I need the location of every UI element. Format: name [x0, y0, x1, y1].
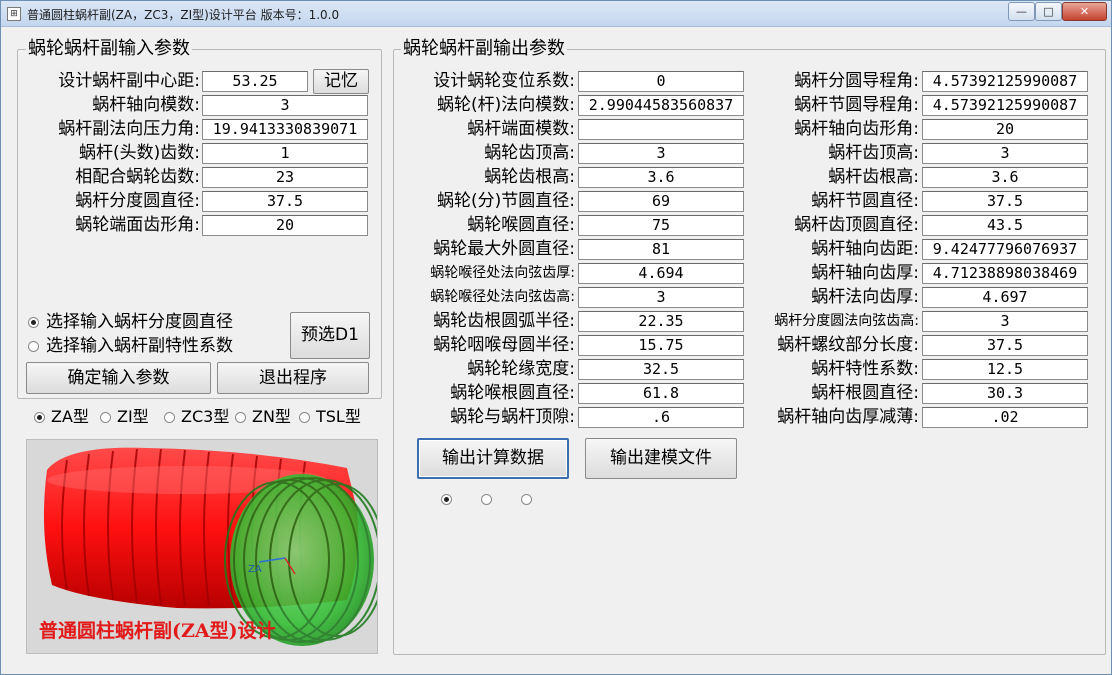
out-right-label-2: 蜗杆轴向齿形角:: [794, 119, 919, 139]
out-right-value-11[interactable]: 37.5: [922, 335, 1088, 356]
out-right-value-1[interactable]: 4.57392125990087: [922, 95, 1088, 116]
radio-input-pitch-diameter[interactable]: [28, 317, 39, 328]
out-right-value-7[interactable]: 9.42477796076937: [922, 239, 1088, 260]
close-button[interactable]: ✕: [1062, 2, 1107, 21]
out-right-label-4: 蜗杆齿根高:: [828, 167, 919, 187]
out-right-label-13: 蜗杆根圆直径:: [811, 383, 919, 403]
out-right-label-12: 蜗杆特性系数:: [811, 359, 919, 379]
out-right-value-13[interactable]: 30.3: [922, 383, 1088, 404]
out-left-label-13: 蜗轮喉根圆直径:: [450, 383, 575, 403]
out-right-label-6: 蜗杆齿顶圆直径:: [794, 215, 919, 235]
input-rows-label-5: 蜗杆分度圆直径:: [75, 191, 200, 211]
window-title: 普通圆柱蜗杆副(ZA，ZC3，ZI型)设计平台 版本号：1.0.0: [27, 8, 340, 22]
out-right-value-4[interactable]: 3.6: [922, 167, 1088, 188]
minimize-button[interactable]: —: [1008, 2, 1035, 21]
input-rows-label-4: 相配合蜗轮齿数:: [75, 167, 200, 187]
input-rows-label-2: 蜗杆副法向压力角:: [58, 119, 200, 139]
radio-type-zc3-label[interactable]: ZC3型: [181, 407, 229, 427]
output-option-radio-1[interactable]: [441, 494, 452, 505]
axis-label: ZA: [248, 564, 262, 575]
out-right-label-10: 蜗杆分度圆法向弦齿高:: [774, 313, 919, 329]
out-left-label-8: 蜗轮喉径处法向弦齿厚:: [430, 265, 575, 281]
out-right-label-7: 蜗杆轴向齿距:: [811, 239, 919, 259]
input-rows-label-0: 设计蜗杆副中心距:: [58, 71, 200, 91]
radio-type-za-label[interactable]: ZA型: [51, 407, 89, 427]
out-right-value-9[interactable]: 4.697: [922, 287, 1088, 308]
out-right-value-3[interactable]: 3: [922, 143, 1088, 164]
radio-input-characteristic-coefficient[interactable]: [28, 341, 39, 352]
input-rows-label-6: 蜗轮端面齿形角:: [75, 215, 200, 235]
out-right-value-8[interactable]: 4.71238898038469: [922, 263, 1088, 284]
out-left-label-3: 蜗轮齿顶高:: [484, 143, 575, 163]
confirm-input-button[interactable]: 确定输入参数: [26, 362, 211, 394]
out-right-label-8: 蜗杆轴向齿厚:: [811, 263, 919, 283]
radio-type-zn[interactable]: [235, 412, 246, 423]
out-right-value-10[interactable]: 3: [922, 311, 1088, 332]
radio-type-zc3[interactable]: [164, 412, 175, 423]
preview-caption: 普通圆柱蜗杆副(ZA型)设计: [39, 620, 276, 642]
title-bar[interactable]: ⊞ 普通圆柱蜗杆副(ZA，ZC3，ZI型)设计平台 版本号：1.0.0 — □ …: [1, 1, 1111, 27]
out-right-value-6[interactable]: 43.5: [922, 215, 1088, 236]
out-left-label-9: 蜗轮喉径处法向弦齿高:: [430, 289, 575, 305]
out-right-label-11: 蜗杆螺纹部分长度:: [777, 335, 919, 355]
output-group-title: 蜗轮蜗杆副输出参数: [401, 38, 567, 59]
output-model-file-button[interactable]: 输出建模文件: [585, 438, 737, 479]
out-right-value-0[interactable]: 4.57392125990087: [922, 71, 1088, 92]
worm-gear-preview-image: ZA 普通圆柱蜗杆副(ZA型)设计: [26, 439, 378, 654]
radio-input-characteristic-coefficient-label[interactable]: 选择输入蜗杆副特性系数: [46, 336, 233, 356]
out-left-label-2: 蜗杆端面模数:: [467, 119, 575, 139]
out-right-label-5: 蜗杆节圆直径:: [811, 191, 919, 211]
out-left-label-14: 蜗轮与蜗杆顶隙:: [450, 407, 575, 427]
out-right-value-5[interactable]: 37.5: [922, 191, 1088, 212]
radio-type-zn-label[interactable]: ZN型: [252, 407, 291, 427]
output-option-radio-2[interactable]: [481, 494, 492, 505]
radio-input-pitch-diameter-label[interactable]: 选择输入蜗杆分度圆直径: [46, 312, 233, 332]
out-right-label-0: 蜗杆分圆导程角:: [794, 71, 919, 91]
input-group-title: 蜗轮蜗杆副输入参数: [26, 38, 192, 59]
output-option-radio-3[interactable]: [521, 494, 532, 505]
maximize-button[interactable]: □: [1035, 2, 1062, 21]
out-right-value-12[interactable]: 12.5: [922, 359, 1088, 380]
out-left-label-7: 蜗轮最大外圆直径:: [433, 239, 575, 259]
app-icon: ⊞: [7, 7, 21, 21]
out-left-label-0: 设计蜗轮变位系数:: [433, 71, 575, 91]
out-right-label-1: 蜗杆节圆导程角:: [794, 95, 919, 115]
radio-type-zi[interactable]: [100, 412, 111, 423]
output-calc-data-button[interactable]: 输出计算数据: [417, 438, 569, 479]
out-left-label-6: 蜗轮喉圆直径:: [467, 215, 575, 235]
out-right-label-9: 蜗杆法向齿厚:: [811, 287, 919, 307]
input-rows-label-3: 蜗杆(头数)齿数:: [79, 143, 200, 163]
out-left-label-12: 蜗轮轮缘宽度:: [467, 359, 575, 379]
out-right-label-3: 蜗杆齿顶高:: [828, 143, 919, 163]
app-window: ⊞ 普通圆柱蜗杆副(ZA，ZC3，ZI型)设计平台 版本号：1.0.0 — □ …: [0, 0, 1112, 675]
radio-type-tsl[interactable]: [299, 412, 310, 423]
radio-type-za[interactable]: [34, 412, 45, 423]
input-rows-label-1: 蜗杆轴向模数:: [92, 95, 200, 115]
out-left-label-5: 蜗轮(分)节圆直径:: [437, 191, 575, 211]
radio-type-zi-label[interactable]: ZI型: [117, 407, 149, 427]
out-left-label-4: 蜗轮齿根高:: [484, 167, 575, 187]
out-right-label-14: 蜗杆轴向齿厚减薄:: [777, 407, 919, 427]
out-right-value-14[interactable]: .02: [922, 407, 1088, 428]
out-left-label-11: 蜗轮咽喉母圆半径:: [433, 335, 575, 355]
out-left-label-10: 蜗轮齿根圆弧半径:: [433, 311, 575, 331]
input-rows-value-0[interactable]: 53.25: [202, 71, 308, 92]
out-right-value-2[interactable]: 20: [922, 119, 1088, 140]
out-left-label-1: 蜗轮(杆)法向模数:: [437, 95, 575, 115]
